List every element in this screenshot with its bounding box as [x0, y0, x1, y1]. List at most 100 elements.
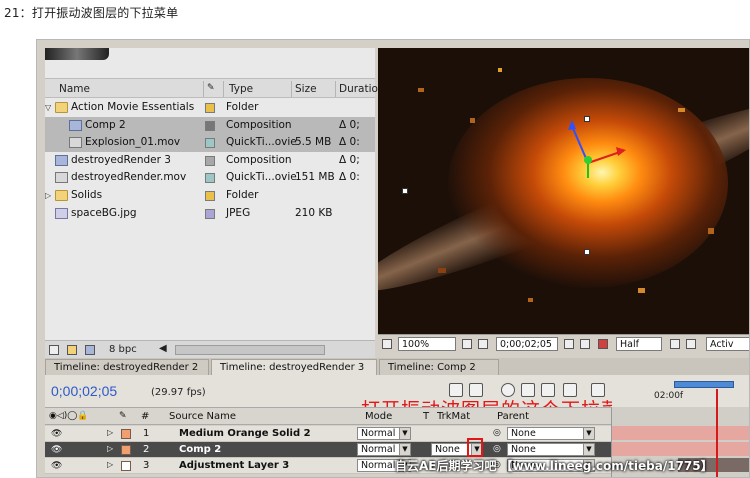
- project-item[interactable]: destroyedRender 3 Composition Δ 0;: [45, 152, 375, 170]
- expand-layer-icon[interactable]: ▷: [107, 428, 113, 437]
- label-swatch[interactable]: [205, 208, 215, 219]
- project-item[interactable]: ▽ Action Movie Essentials Folder: [45, 99, 375, 117]
- collapsed-folder-icon[interactable]: ▷: [45, 191, 51, 200]
- project-item-type: QuickTi...ovie: [226, 136, 297, 149]
- snapshot-icon[interactable]: [564, 339, 574, 349]
- expand-layer-icon[interactable]: ▷: [107, 460, 113, 469]
- show-snapshot-icon[interactable]: [580, 339, 590, 349]
- timeline-layer-row[interactable]: 👁 ▷ 1 Medium Orange Solid 2 Normal ▼ ◎ None ▼: [45, 426, 611, 442]
- label-swatch[interactable]: [205, 120, 215, 131]
- project-item-name: Solids: [71, 188, 103, 201]
- folder-icon: [55, 189, 68, 201]
- project-item[interactable]: spaceBG.jpg JPEG 210 KB: [45, 205, 375, 223]
- tab-destroyedrender-3[interactable]: Timeline: destroyedRender 3: [211, 359, 377, 375]
- column-type[interactable]: Type: [229, 83, 253, 95]
- new-composition-icon[interactable]: [85, 345, 95, 355]
- active-camera-dropdown[interactable]: Activ: [706, 337, 749, 351]
- layer-label-color[interactable]: [121, 445, 131, 455]
- region-of-interest-icon[interactable]: [670, 339, 680, 349]
- visibility-eye-icon[interactable]: 👁: [51, 429, 62, 439]
- parent-dropdown[interactable]: None ▼: [507, 443, 595, 456]
- pick-whip-icon[interactable]: ◎: [493, 428, 501, 438]
- layer-source-name[interactable]: Comp 2: [179, 444, 221, 455]
- project-item-name: spaceBG.jpg: [71, 206, 137, 219]
- layer-source-name[interactable]: Medium Orange Solid 2: [179, 428, 311, 439]
- scroll-left-icon[interactable]: ◀: [159, 343, 167, 354]
- label-swatch[interactable]: [205, 190, 215, 201]
- layer-source-name[interactable]: Adjustment Layer 3: [179, 460, 289, 471]
- layer-2-duration-bar[interactable]: [612, 442, 749, 456]
- trkmat-dropdown-highlight: [467, 438, 483, 457]
- project-item-type: JPEG: [226, 206, 251, 219]
- visibility-eye-icon[interactable]: 👁: [51, 461, 62, 471]
- project-item-type: Folder: [226, 101, 259, 113]
- layer-label-color[interactable]: [121, 461, 131, 471]
- label-swatch[interactable]: [205, 173, 215, 184]
- 3d-axis-gizmo[interactable]: [558, 118, 638, 188]
- timeline-current-time[interactable]: 0;00;02;05: [51, 383, 117, 399]
- movie-icon: [69, 137, 82, 149]
- label-swatch[interactable]: [205, 138, 215, 149]
- timeline-layer-row[interactable]: 👁 ▷ 2 Comp 2 Normal ▼ None ▼ ◎ None ▼: [45, 442, 611, 458]
- layer-1-duration-bar[interactable]: [612, 426, 749, 440]
- timeline-tab-bar: Timeline: destroyedRender 2 Timeline: de…: [45, 358, 749, 375]
- column-source-name[interactable]: Source Name: [169, 411, 236, 422]
- viewer-footer: 100% 0;00;02;05 Half Activ: [378, 334, 749, 352]
- project-item[interactable]: ▷ Solids Folder: [45, 187, 375, 205]
- column-size[interactable]: Size: [295, 83, 317, 95]
- av-features-icon[interactable]: ◉◁)◯🔒: [49, 411, 89, 421]
- new-folder-icon[interactable]: [67, 345, 77, 355]
- horizontal-scrollbar[interactable]: [175, 345, 325, 355]
- tab-destroyedrender-2[interactable]: Timeline: destroyedRender 2: [45, 359, 209, 375]
- folder-icon: [55, 102, 68, 113]
- current-time-indicator[interactable]: [716, 389, 718, 477]
- blend-mode-dropdown[interactable]: Normal ▼: [357, 443, 411, 456]
- pick-whip-icon[interactable]: ◎: [493, 444, 501, 454]
- project-item[interactable]: Explosion_01.mov QuickTi...ovie 5.5 MB Δ 0:: [45, 134, 375, 152]
- column-name[interactable]: Name: [59, 83, 90, 95]
- project-item[interactable]: Comp 2 Composition Δ 0;: [45, 116, 375, 135]
- project-item-duration: Δ 0;: [339, 118, 360, 131]
- page-caption: 21：打开振动波图层的下拉菜单: [4, 6, 179, 20]
- current-time-field[interactable]: 0;00;02;05: [496, 337, 558, 351]
- project-item-name: Action Movie Essentials: [71, 101, 195, 113]
- bounding-handle[interactable]: [402, 188, 408, 194]
- mask-view-icon[interactable]: [478, 339, 488, 349]
- interpret-footage-icon[interactable]: [49, 345, 59, 355]
- grid-guide-icon[interactable]: [462, 339, 472, 349]
- always-preview-icon[interactable]: [382, 339, 392, 349]
- frame-rate-label: (29.97 fps): [151, 387, 206, 398]
- visibility-eye-icon[interactable]: 👁: [51, 445, 62, 455]
- column-layer-number: #: [141, 411, 150, 422]
- column-trkmat[interactable]: TrkMat: [437, 411, 470, 422]
- parent-dropdown[interactable]: None ▼: [507, 427, 595, 440]
- label-column-icon[interactable]: ✎: [119, 411, 127, 421]
- composition-viewer[interactable]: [378, 48, 749, 334]
- tab-comp-2[interactable]: Timeline: Comp 2: [379, 359, 499, 375]
- movie-icon: [55, 172, 68, 184]
- label-column-icon[interactable]: ✎: [207, 83, 215, 93]
- layer-label-color[interactable]: [121, 429, 131, 439]
- bounding-handle[interactable]: [584, 249, 590, 255]
- transparency-grid-icon[interactable]: [686, 339, 696, 349]
- project-panel: Name ✎ Type Size Duration ▽ Action Movie …: [45, 48, 385, 358]
- expand-layer-icon[interactable]: ▷: [107, 444, 113, 453]
- label-swatch[interactable]: [205, 155, 215, 166]
- column-mode[interactable]: Mode: [365, 411, 392, 422]
- expand-folder-icon[interactable]: ▽: [45, 103, 51, 112]
- project-item-duration: Δ 0:: [339, 171, 360, 184]
- zoom-dropdown[interactable]: 100%: [398, 337, 456, 351]
- bit-depth-button[interactable]: 8 bpc: [109, 344, 137, 355]
- column-parent[interactable]: Parent: [497, 411, 529, 422]
- project-footer: 8 bpc ◀: [45, 340, 375, 358]
- project-item[interactable]: destroyedRender.mov QuickTi...ovie 151 MB Δ…: [45, 169, 375, 187]
- work-area-bar[interactable]: [674, 381, 734, 388]
- blend-mode-dropdown[interactable]: Normal ▼: [357, 427, 411, 440]
- image-icon: [55, 207, 68, 219]
- column-preserve-transparency[interactable]: T: [423, 411, 429, 422]
- resolution-dropdown[interactable]: Half: [616, 337, 662, 351]
- composition-icon: [55, 154, 68, 166]
- rgb-channel-icon[interactable]: [598, 339, 608, 349]
- time-ruler[interactable]: 02:00f: [612, 377, 749, 407]
- label-swatch[interactable]: [205, 103, 215, 113]
